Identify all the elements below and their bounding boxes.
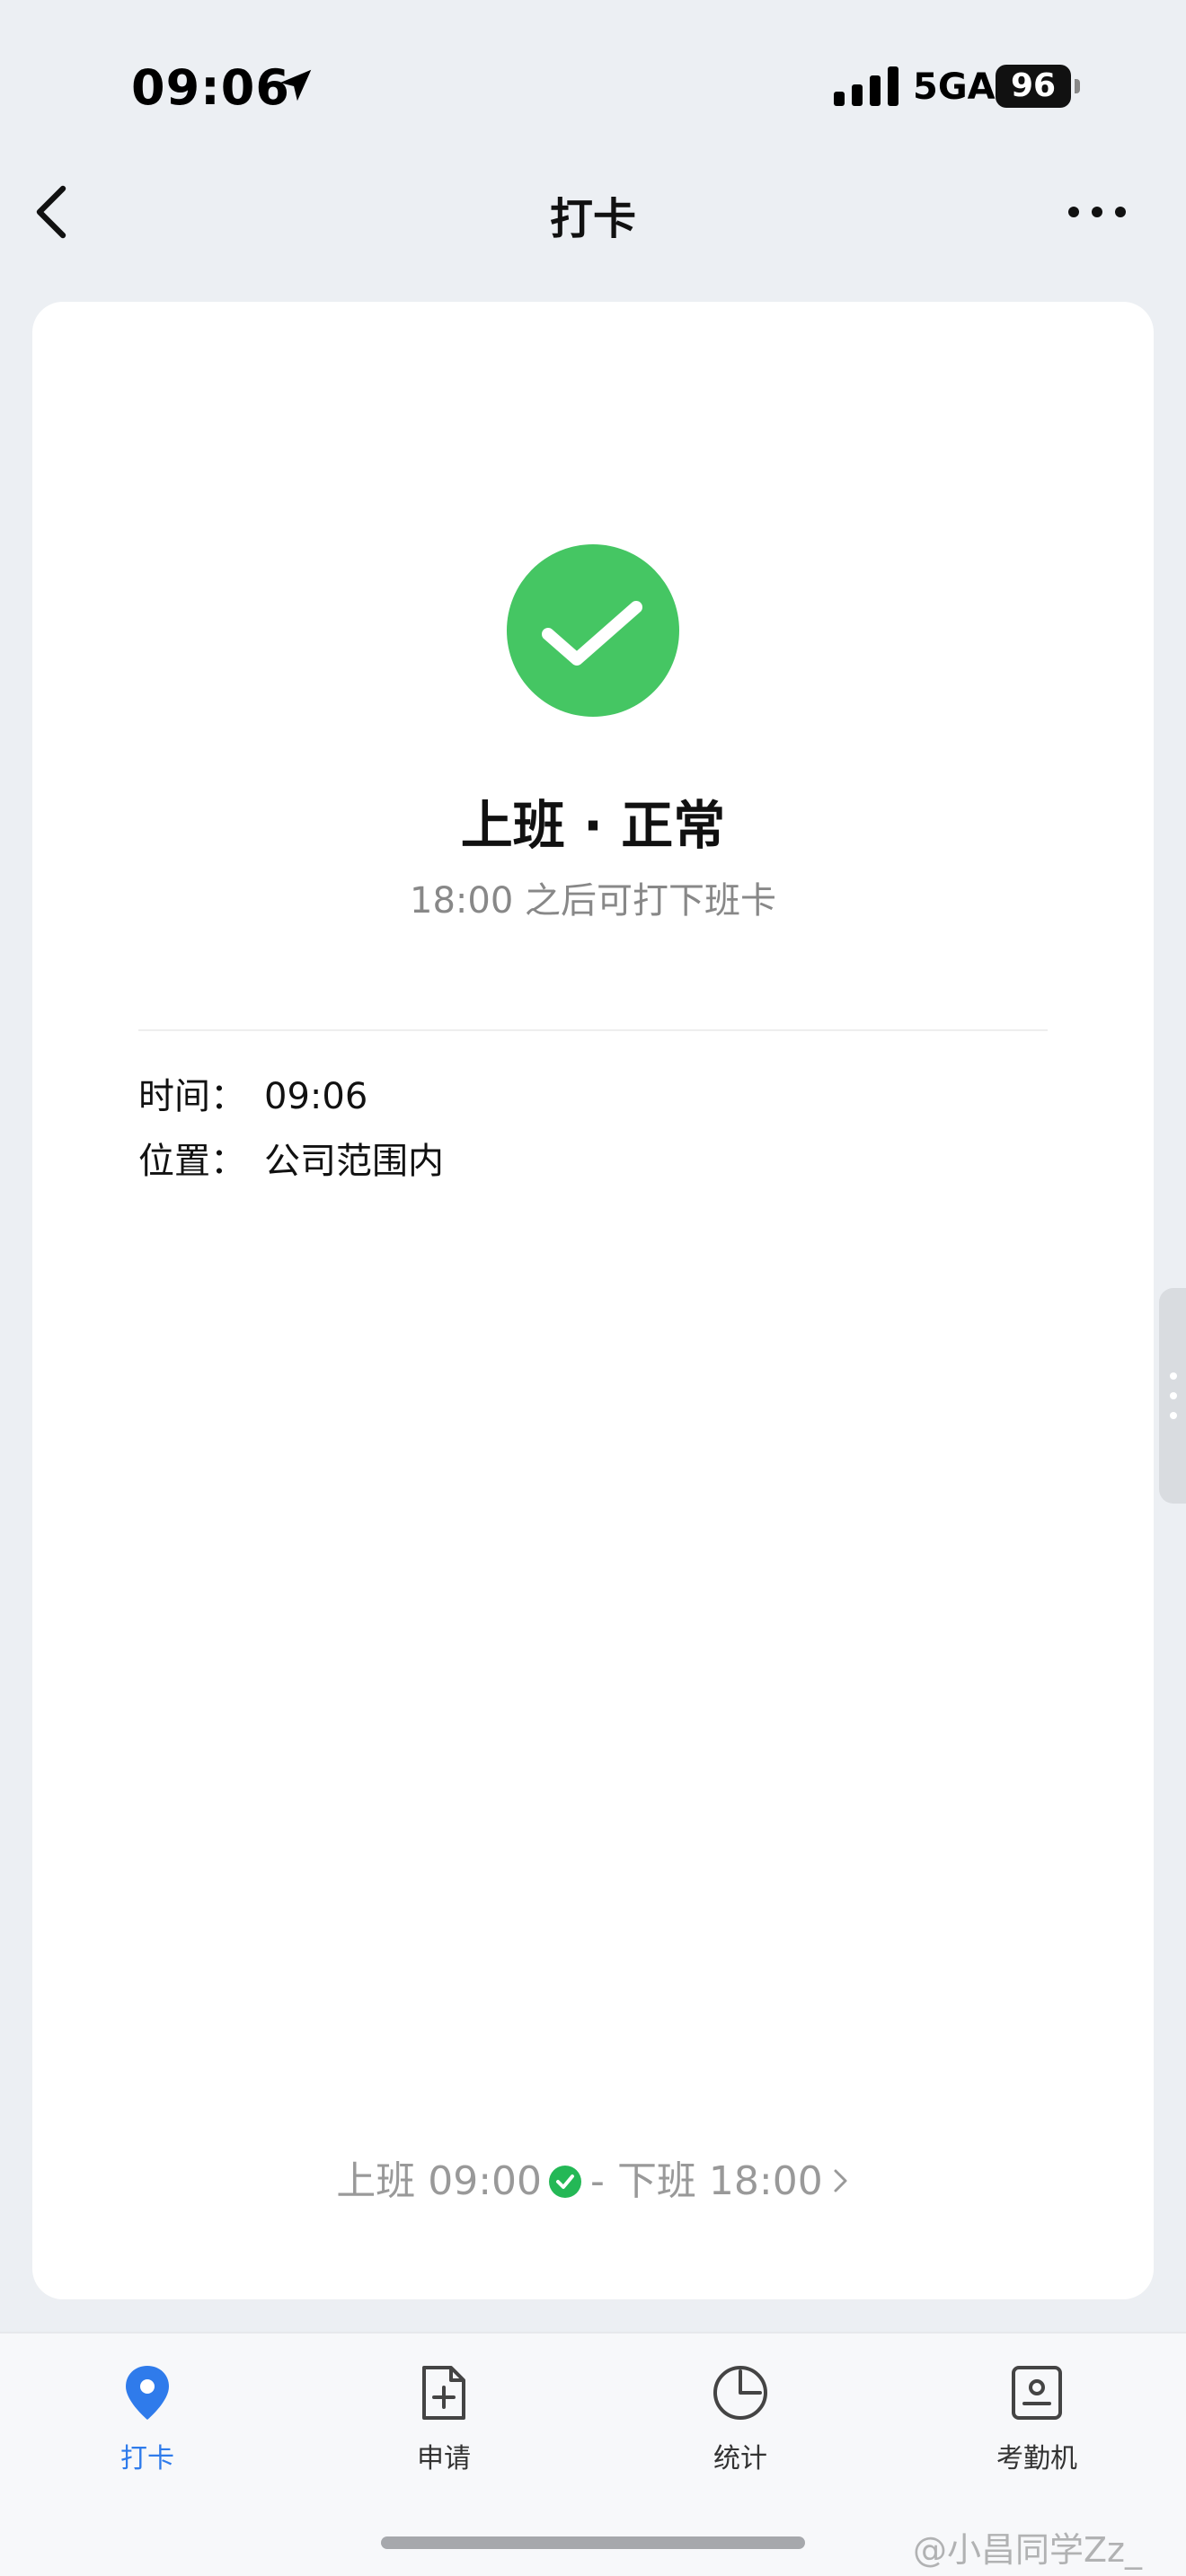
chevron-right-icon <box>834 2169 847 2192</box>
page-title: 打卡 <box>549 194 636 244</box>
attendance-device-icon <box>1012 2366 1062 2420</box>
side-drawer-handle[interactable] <box>1159 1288 1186 1504</box>
screen: 09:06 5GA 96 打卡 上班 · 正常 18:00 之后可打下班卡 时间… <box>0 0 1186 2576</box>
tab-clock-in[interactable]: 打卡 <box>58 2360 237 2475</box>
info-value: 公司范围内 <box>264 1141 444 1182</box>
clock-in-status-subtitle: 18:00 之后可打下班卡 <box>410 880 776 922</box>
location-pin-icon <box>126 2366 169 2420</box>
battery-tip <box>1075 79 1080 93</box>
schedule-separator: - <box>590 2158 605 2204</box>
info-row-time: 时间： 09:06 <box>138 1067 367 1119</box>
tab-statistics[interactable]: 统计 <box>651 2360 830 2475</box>
battery-indicator: 96 <box>996 65 1071 108</box>
info-label: 位置： <box>138 1141 246 1182</box>
checked-icon <box>549 2166 582 2198</box>
location-arrow-icon <box>279 69 312 101</box>
divider <box>138 1029 1048 1031</box>
document-add-icon <box>422 2366 465 2420</box>
home-indicator[interactable] <box>381 2536 805 2549</box>
info-value: 09:06 <box>264 1076 368 1117</box>
work-schedule-link[interactable]: 上班 09:00 - 下班 18:00 <box>32 2148 1154 2206</box>
tab-label: 申请 <box>417 2443 471 2475</box>
off-duty-time: 下班 18:00 <box>616 2158 823 2204</box>
pie-chart-icon <box>713 2366 767 2420</box>
success-check-icon <box>507 544 679 717</box>
handle-dot <box>1170 1412 1177 1419</box>
watermark: @小昌同学Zz_ <box>913 2530 1142 2570</box>
tab-label: 打卡 <box>120 2443 174 2475</box>
tab-label: 统计 <box>713 2443 767 2475</box>
signal-icon <box>834 66 898 106</box>
clock-in-result-card: 上班 · 正常 18:00 之后可打下班卡 时间： 09:06 位置： 公司范围内 … <box>32 302 1154 2299</box>
handle-dot <box>1170 1372 1177 1380</box>
more-options-icon[interactable] <box>1066 196 1128 228</box>
on-duty-time: 上班 09:00 <box>336 2158 543 2204</box>
status-time: 09:06 <box>131 59 290 116</box>
clock-in-status-title: 上班 · 正常 <box>460 795 726 856</box>
tab-attendance-machine[interactable]: 考勤机 <box>947 2360 1127 2475</box>
tab-apply[interactable]: 申请 <box>354 2360 534 2475</box>
handle-dot <box>1170 1392 1177 1399</box>
info-label: 时间： <box>138 1076 246 1117</box>
tab-label: 考勤机 <box>996 2443 1077 2475</box>
info-row-location: 位置： 公司范围内 <box>138 1132 444 1184</box>
network-type: 5GA <box>913 66 996 108</box>
